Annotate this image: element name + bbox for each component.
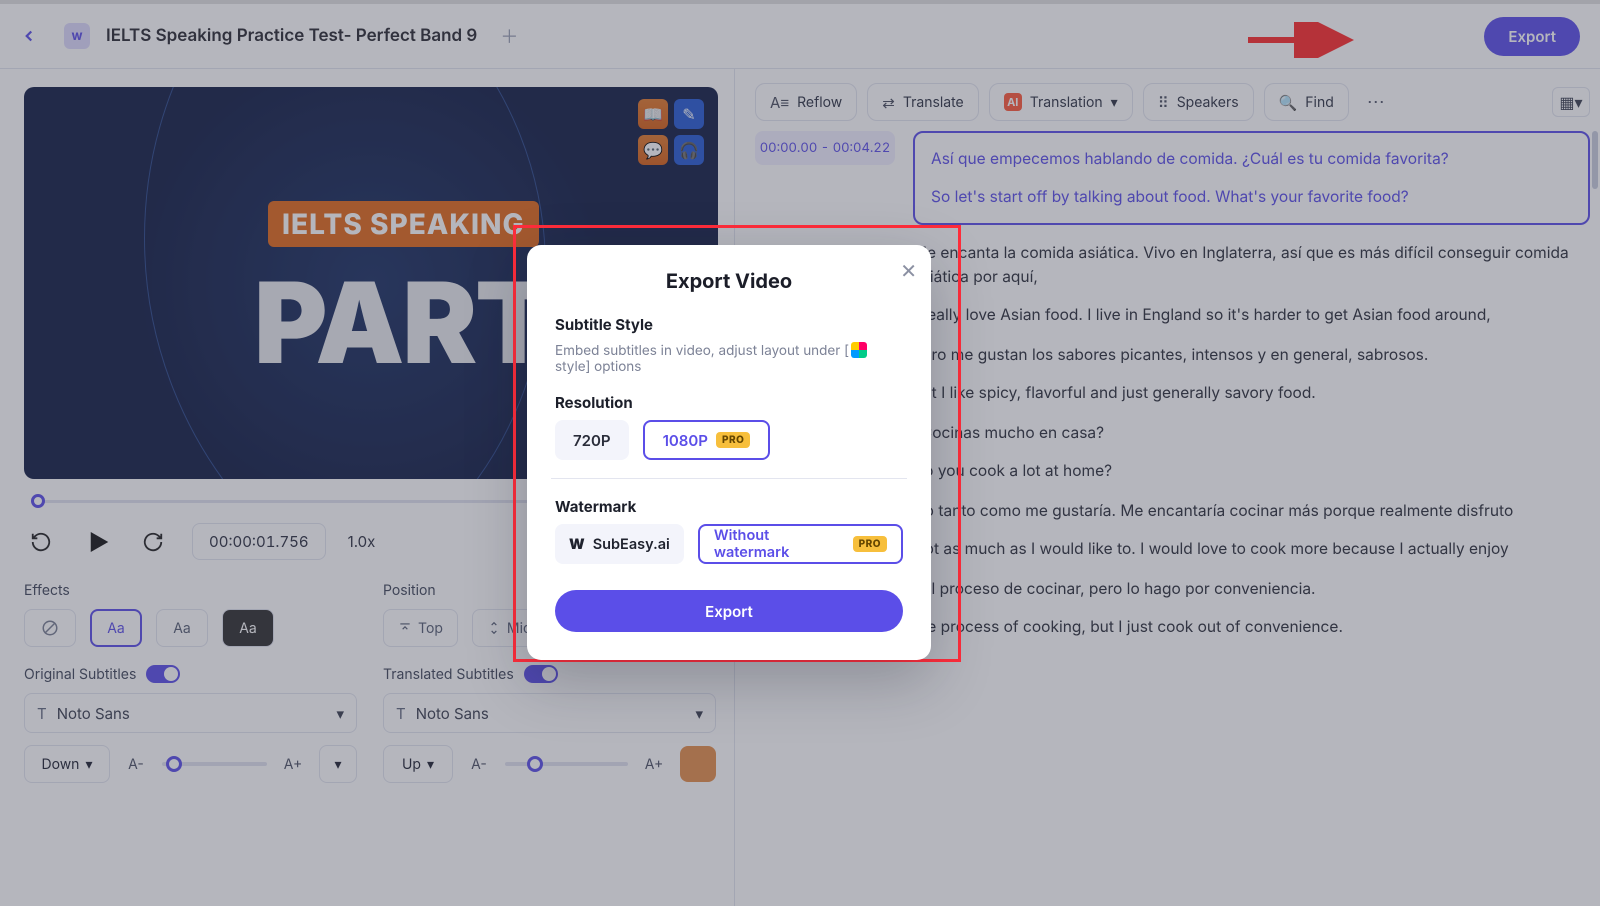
subtitle-style-hint: Embed subtitles in video, adjust layout … <box>555 342 903 375</box>
modal-title: Export Video <box>555 269 903 293</box>
modal-export-button[interactable]: Export <box>555 590 903 632</box>
watermark-none[interactable]: Without watermarkPRO <box>698 524 903 564</box>
watermark-heading: Watermark <box>555 497 903 516</box>
pro-badge: PRO <box>716 432 750 448</box>
pro-badge: PRO <box>853 536 887 552</box>
watermark-brand[interactable]: W SubEasy.ai <box>555 524 684 564</box>
resolution-heading: Resolution <box>555 393 903 412</box>
brand-logo-icon: W <box>569 536 585 553</box>
style-chip-icon <box>851 342 867 358</box>
resolution-720p[interactable]: 720P <box>555 420 629 460</box>
export-modal: ✕ Export Video Subtitle Style Embed subt… <box>527 245 931 660</box>
resolution-1080p[interactable]: 1080PPRO <box>643 420 771 460</box>
subtitle-style-heading: Subtitle Style <box>555 315 903 334</box>
close-icon[interactable]: ✕ <box>900 259 917 283</box>
